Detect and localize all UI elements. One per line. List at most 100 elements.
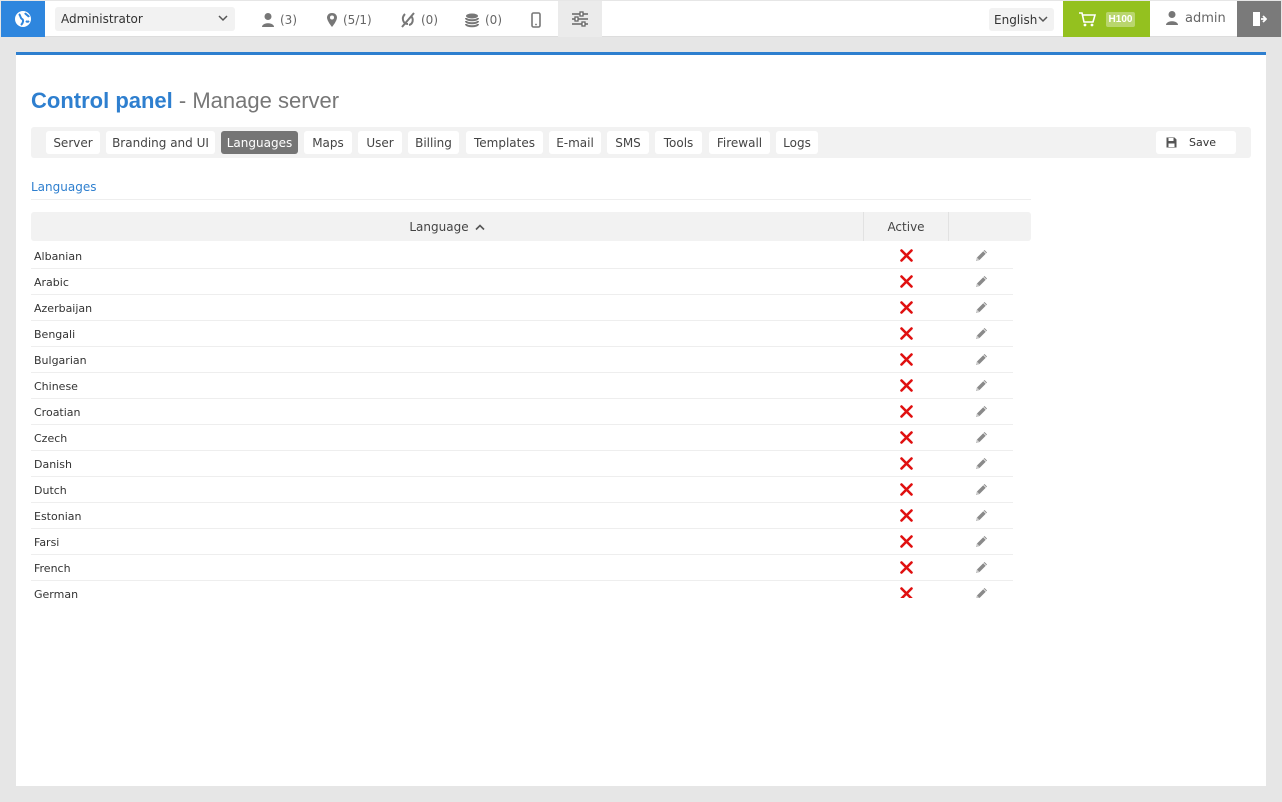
table-row[interactable]: Czech bbox=[31, 425, 1013, 451]
table-row[interactable]: Chinese bbox=[31, 373, 1013, 399]
table-row[interactable]: Bulgarian bbox=[31, 347, 1013, 373]
inactive-x-icon[interactable] bbox=[900, 457, 913, 470]
objects-stat[interactable]: (5/1) bbox=[326, 11, 372, 29]
user-menu[interactable]: admin bbox=[1165, 10, 1226, 26]
floppy-disk-icon bbox=[1166, 137, 1177, 148]
inactive-x-icon[interactable] bbox=[900, 405, 913, 418]
pencil-icon[interactable] bbox=[974, 378, 989, 393]
sliders-icon bbox=[572, 11, 588, 27]
pencil-icon[interactable] bbox=[974, 456, 989, 471]
inactive-x-icon[interactable] bbox=[900, 353, 913, 366]
language-select[interactable]: English bbox=[989, 8, 1054, 31]
inactive-x-icon[interactable] bbox=[900, 431, 913, 444]
pencil-icon[interactable] bbox=[974, 482, 989, 497]
section-divider bbox=[31, 199, 1031, 200]
languages-table: Language Active Albanian Arabic Azerbaijan… bbox=[31, 212, 1031, 598]
settings-button[interactable] bbox=[558, 1, 602, 37]
language-name: Estonian bbox=[34, 510, 82, 523]
events-stat[interactable]: (0) bbox=[400, 11, 438, 29]
inactive-x-icon[interactable] bbox=[900, 587, 913, 598]
role-value: Administrator bbox=[61, 12, 143, 26]
mobile-button[interactable] bbox=[531, 11, 541, 29]
logout-icon bbox=[1253, 12, 1267, 26]
pencil-icon[interactable] bbox=[974, 508, 989, 523]
column-header-language-label: Language bbox=[409, 219, 469, 234]
language-name: Croatian bbox=[34, 406, 81, 419]
tab-bar: Server Branding and UI Languages Maps Us… bbox=[31, 127, 1251, 158]
events-count: (0) bbox=[421, 13, 438, 27]
pencil-icon[interactable] bbox=[974, 534, 989, 549]
save-label: Save bbox=[1189, 136, 1217, 149]
language-name: Arabic bbox=[34, 276, 69, 289]
table-row[interactable]: Azerbaijan bbox=[31, 295, 1013, 321]
table-row[interactable]: Farsi bbox=[31, 529, 1013, 555]
language-name: Bengali bbox=[34, 328, 76, 341]
language-name: German bbox=[34, 588, 79, 598]
tab-server[interactable]: Server bbox=[46, 131, 100, 154]
cart-icon bbox=[1078, 12, 1096, 27]
table-row[interactable]: Croatian bbox=[31, 399, 1013, 425]
page-title-sub: - Manage server bbox=[178, 88, 340, 113]
language-name: Czech bbox=[34, 432, 68, 445]
table-row[interactable]: Bengali bbox=[31, 321, 1013, 347]
page-title-main: Control panel bbox=[31, 88, 173, 113]
globe-icon[interactable] bbox=[1, 1, 45, 37]
language-name: French bbox=[34, 562, 71, 575]
pencil-icon[interactable] bbox=[974, 326, 989, 341]
table-row[interactable]: French bbox=[31, 555, 1013, 581]
section-title: Languages bbox=[31, 180, 97, 194]
table-row[interactable]: Albanian bbox=[31, 243, 1013, 269]
username: admin bbox=[1185, 10, 1226, 26]
chevron-down-icon bbox=[218, 15, 228, 22]
inactive-x-icon[interactable] bbox=[900, 275, 913, 288]
tab-languages[interactable]: Languages bbox=[221, 131, 298, 154]
logout-button[interactable] bbox=[1237, 1, 1281, 37]
table-row[interactable]: German bbox=[31, 581, 1013, 598]
tab-sms[interactable]: SMS bbox=[607, 131, 649, 154]
pencil-icon[interactable] bbox=[974, 248, 989, 263]
table-row[interactable]: Dutch bbox=[31, 477, 1013, 503]
tab-tools[interactable]: Tools bbox=[655, 131, 702, 154]
pencil-icon[interactable] bbox=[974, 404, 989, 419]
inactive-x-icon[interactable] bbox=[900, 327, 913, 340]
tab-logs[interactable]: Logs bbox=[776, 131, 818, 154]
tab-email[interactable]: E-mail bbox=[549, 131, 601, 154]
language-name: Danish bbox=[34, 458, 72, 471]
language-name: Farsi bbox=[34, 536, 60, 549]
pencil-icon[interactable] bbox=[974, 274, 989, 289]
inactive-x-icon[interactable] bbox=[900, 379, 913, 392]
inactive-x-icon[interactable] bbox=[900, 561, 913, 574]
tab-billing[interactable]: Billing bbox=[408, 131, 459, 154]
pencil-icon[interactable] bbox=[974, 586, 989, 598]
tab-firewall[interactable]: Firewall bbox=[709, 131, 770, 154]
column-header-active[interactable]: Active bbox=[864, 212, 949, 241]
page-title: Control panel - Manage server bbox=[31, 88, 339, 114]
inactive-x-icon[interactable] bbox=[900, 535, 913, 548]
table-header: Language Active bbox=[31, 212, 1031, 241]
user-icon bbox=[262, 13, 274, 27]
users-stat[interactable]: (3) bbox=[261, 11, 297, 29]
pencil-icon[interactable] bbox=[974, 560, 989, 575]
language-name: Azerbaijan bbox=[34, 302, 93, 315]
table-row[interactable]: Estonian bbox=[31, 503, 1013, 529]
inactive-x-icon[interactable] bbox=[900, 301, 913, 314]
inactive-x-icon[interactable] bbox=[900, 249, 913, 262]
pencil-icon[interactable] bbox=[974, 430, 989, 445]
tab-branding[interactable]: Branding and UI bbox=[106, 131, 215, 154]
pencil-icon[interactable] bbox=[974, 300, 989, 315]
cart-button[interactable]: H100 bbox=[1063, 1, 1150, 37]
tab-user[interactable]: User bbox=[358, 131, 402, 154]
inactive-x-icon[interactable] bbox=[900, 509, 913, 522]
column-header-language[interactable]: Language bbox=[31, 212, 864, 241]
inactive-x-icon[interactable] bbox=[900, 483, 913, 496]
role-select[interactable]: Administrator bbox=[55, 7, 235, 31]
table-row[interactable]: Arabic bbox=[31, 269, 1013, 295]
no-signal-icon bbox=[401, 12, 415, 28]
table-row[interactable]: Danish bbox=[31, 451, 1013, 477]
pencil-icon[interactable] bbox=[974, 352, 989, 367]
tab-maps[interactable]: Maps bbox=[304, 131, 352, 154]
billing-count: (0) bbox=[485, 13, 502, 27]
save-button[interactable]: Save bbox=[1156, 131, 1236, 154]
billing-stat[interactable]: (0) bbox=[464, 11, 502, 29]
tab-templates[interactable]: Templates bbox=[466, 131, 543, 154]
